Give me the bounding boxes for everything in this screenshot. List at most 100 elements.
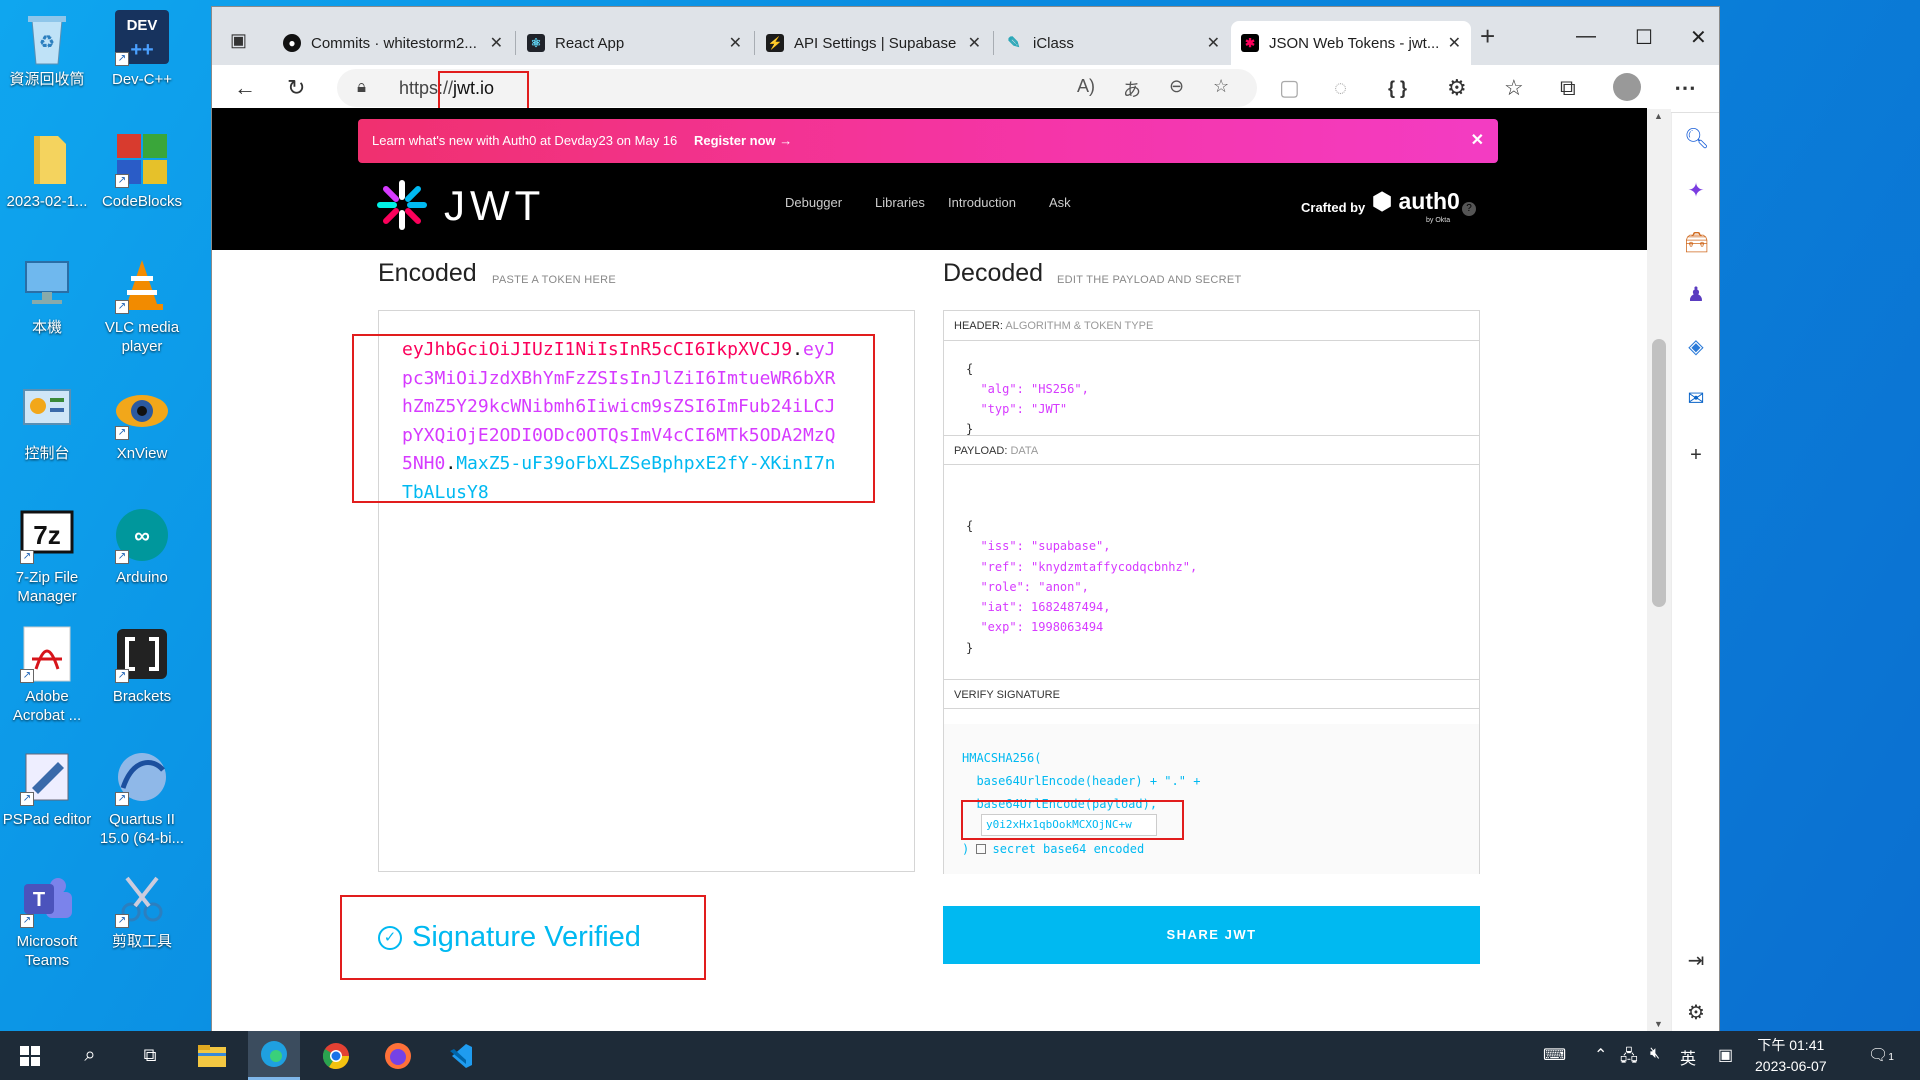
nav-ask[interactable]: Ask	[1049, 195, 1071, 210]
file-explorer-icon[interactable]	[186, 1031, 238, 1080]
task-view-icon[interactable]: ⧉	[124, 1031, 176, 1080]
close-tab-icon[interactable]: ✕	[968, 33, 981, 53]
taskbar-clock[interactable]: 下午 01:41 2023-06-07	[1755, 1035, 1827, 1077]
add-favorite-icon[interactable]: ☆	[1213, 76, 1229, 97]
outlook-icon[interactable]: ✉	[1684, 387, 1708, 411]
desktop-icon-teams[interactable]: T ↗ Microsoft Teams	[0, 870, 95, 970]
add-sidebar-icon[interactable]: +	[1684, 443, 1708, 467]
auth0-logo[interactable]: ⬢ auth0	[1372, 188, 1460, 215]
tab-jwt[interactable]: ✱ JSON Web Tokens - jwt... ✕	[1231, 21, 1471, 65]
profile-avatar[interactable]	[1613, 73, 1641, 101]
back-icon[interactable]: ←	[234, 75, 256, 101]
notification-icon[interactable]: 🗨︎1	[1868, 1045, 1894, 1065]
shortcut-arrow-icon: ↗	[20, 792, 34, 806]
lock-icon: 🔒︎	[357, 77, 367, 96]
collections-icon[interactable]: ⧉	[1560, 75, 1576, 101]
refresh-icon[interactable]: ↻	[287, 75, 305, 101]
favorites-icon[interactable]: ☆	[1504, 75, 1524, 101]
code-close: )	[962, 842, 970, 856]
code-line: HMACSHA256(	[962, 751, 1042, 765]
desktop-icon-dev-cpp[interactable]: DEV ++ ↗ Dev-C++	[94, 8, 190, 89]
extension-circle-icon[interactable]: ◌	[1334, 75, 1347, 101]
jwt-icon: ✱	[1241, 34, 1259, 52]
hide-sidebar-icon[interactable]: ⇥	[1684, 949, 1708, 973]
tab-iclass[interactable]: ✎ iClass ✕	[995, 21, 1230, 65]
read-aloud-icon[interactable]: A)	[1077, 76, 1095, 97]
control-panel-icon	[18, 382, 76, 440]
tray-expand-icon[interactable]: ⌃	[1594, 1045, 1607, 1065]
json-line: "role": "anon",	[966, 579, 1089, 594]
tab-supabase[interactable]: ⚡ API Settings | Supabase ✕	[756, 21, 991, 65]
site-header: Learn what's new with Auth0 at Devday23 …	[212, 108, 1647, 250]
nav-debugger[interactable]: Debugger	[785, 195, 842, 210]
close-tab-icon[interactable]: ✕	[729, 33, 742, 53]
extensions-puzzle-icon[interactable]: ⚙	[1447, 75, 1467, 101]
close-window-icon[interactable]: ✕	[1690, 25, 1707, 50]
close-tab-icon[interactable]: ✕	[490, 33, 503, 53]
payload-json-editor[interactable]: { "iss": "supabase", "ref": "knydzmtaffy…	[944, 516, 1479, 658]
settings-gear-icon[interactable]: ⚙	[1684, 1001, 1708, 1025]
ime-mode-icon[interactable]: ▣	[1718, 1045, 1733, 1065]
close-tab-icon[interactable]: ✕	[1207, 33, 1220, 53]
office-icon[interactable]: ◈	[1684, 335, 1708, 359]
banner-close-icon[interactable]: ✕	[1471, 130, 1484, 150]
desktop-icon-codeblocks[interactable]: ↗ CodeBlocks	[94, 130, 190, 211]
desktop-icon-quartus[interactable]: ↗ Quartus II 15.0 (64-bi...	[94, 748, 190, 848]
header-json-editor[interactable]: { "alg": "HS256", "typ": "JWT" }	[944, 359, 1479, 439]
encoded-title: Encoded	[378, 259, 477, 287]
payload-section-title: PAYLOAD: DATA	[944, 435, 1479, 465]
network-icon[interactable]: 🖧︎	[1620, 1045, 1638, 1072]
nav-introduction[interactable]: Introduction	[948, 195, 1016, 210]
more-menu-icon[interactable]: ⋯	[1674, 75, 1696, 101]
share-jwt-button[interactable]: SHARE JWT	[943, 906, 1480, 964]
games-icon[interactable]: ♟	[1684, 283, 1708, 307]
register-link[interactable]: Register now →	[694, 133, 792, 148]
promo-banner[interactable]: Learn what's new with Auth0 at Devday23 …	[358, 119, 1498, 163]
scroll-down-icon[interactable]: ▼	[1654, 1019, 1663, 1029]
page-scrollbar[interactable]: ▲ ▼	[1647, 109, 1671, 1031]
help-icon[interactable]: ?	[1462, 202, 1476, 216]
scroll-thumb[interactable]	[1652, 339, 1666, 607]
maximize-icon[interactable]: ☐	[1635, 25, 1653, 50]
desktop-icon-brackets[interactable]: ↗ Brackets	[94, 625, 190, 706]
desktop-icon-this-pc[interactable]: 本機	[0, 256, 95, 337]
new-tab-icon[interactable]: +	[1480, 23, 1495, 49]
scroll-up-icon[interactable]: ▲	[1654, 111, 1663, 121]
tab-react-app[interactable]: ⚛ React App ✕	[517, 21, 752, 65]
desktop-icon-vlc[interactable]: ↗ VLC media player	[94, 256, 190, 356]
codeblocks-icon: ↗	[113, 130, 171, 188]
desktop-icon-folder[interactable]: 2023-02-1...	[0, 130, 95, 211]
translate-icon[interactable]: あ	[1123, 76, 1141, 102]
extension-grey-icon[interactable]: ▢	[1279, 75, 1300, 101]
nav-libraries[interactable]: Libraries	[875, 195, 925, 210]
keyboard-layout-icon[interactable]: ⌨	[1543, 1045, 1566, 1065]
desktop-icon-7zip[interactable]: 7z ↗ 7-Zip File Manager	[0, 506, 95, 606]
close-tab-icon[interactable]: ✕	[1448, 33, 1461, 53]
base64-checkbox[interactable]	[976, 844, 987, 854]
payload-sublabel: DATA	[1010, 445, 1039, 457]
search-icon[interactable]: 🔍︎	[1684, 127, 1709, 151]
desktop-icon-control-panel[interactable]: 控制台	[0, 382, 95, 463]
start-button[interactable]	[4, 1031, 56, 1080]
tab-github-commits[interactable]: ● Commits · whitestorm2... ✕	[273, 21, 513, 65]
volume-muted-icon[interactable]: 🔇︎	[1650, 1045, 1660, 1063]
tab-actions-icon[interactable]: ▣	[230, 27, 247, 53]
desktop-icon-arduino[interactable]: ∞ ↗ Arduino	[94, 506, 190, 587]
chrome-taskbar-icon[interactable]	[310, 1031, 362, 1080]
minimize-icon[interactable]: —	[1576, 25, 1596, 48]
firefox-taskbar-icon[interactable]	[372, 1031, 424, 1080]
edge-taskbar-icon[interactable]	[248, 1031, 300, 1080]
tools-icon[interactable]: 🧰︎	[1684, 231, 1709, 255]
desktop-icon-snipping-tool[interactable]: ↗ 剪取工具	[94, 870, 190, 951]
desktop-icon-adobe-acrobat[interactable]: ↗ Adobe Acrobat ...	[0, 625, 95, 725]
vscode-taskbar-icon[interactable]	[434, 1031, 486, 1080]
ime-indicator[interactable]: 英	[1680, 1045, 1696, 1069]
code-line: base64UrlEncode(header) + "." +	[962, 774, 1201, 788]
taskbar-search-icon[interactable]: ⌕	[64, 1031, 116, 1080]
desktop-icon-pspad[interactable]: ↗ PSPad editor	[0, 748, 95, 829]
zoom-out-icon[interactable]: ⊖	[1169, 76, 1184, 97]
json-braces-icon[interactable]: { }	[1388, 75, 1407, 101]
desktop-icon-xnview[interactable]: ↗ XnView	[94, 382, 190, 463]
desktop-icon-recycle-bin[interactable]: ♻ 資源回收筒	[0, 8, 95, 89]
copilot-icon[interactable]: ✦	[1684, 179, 1708, 203]
